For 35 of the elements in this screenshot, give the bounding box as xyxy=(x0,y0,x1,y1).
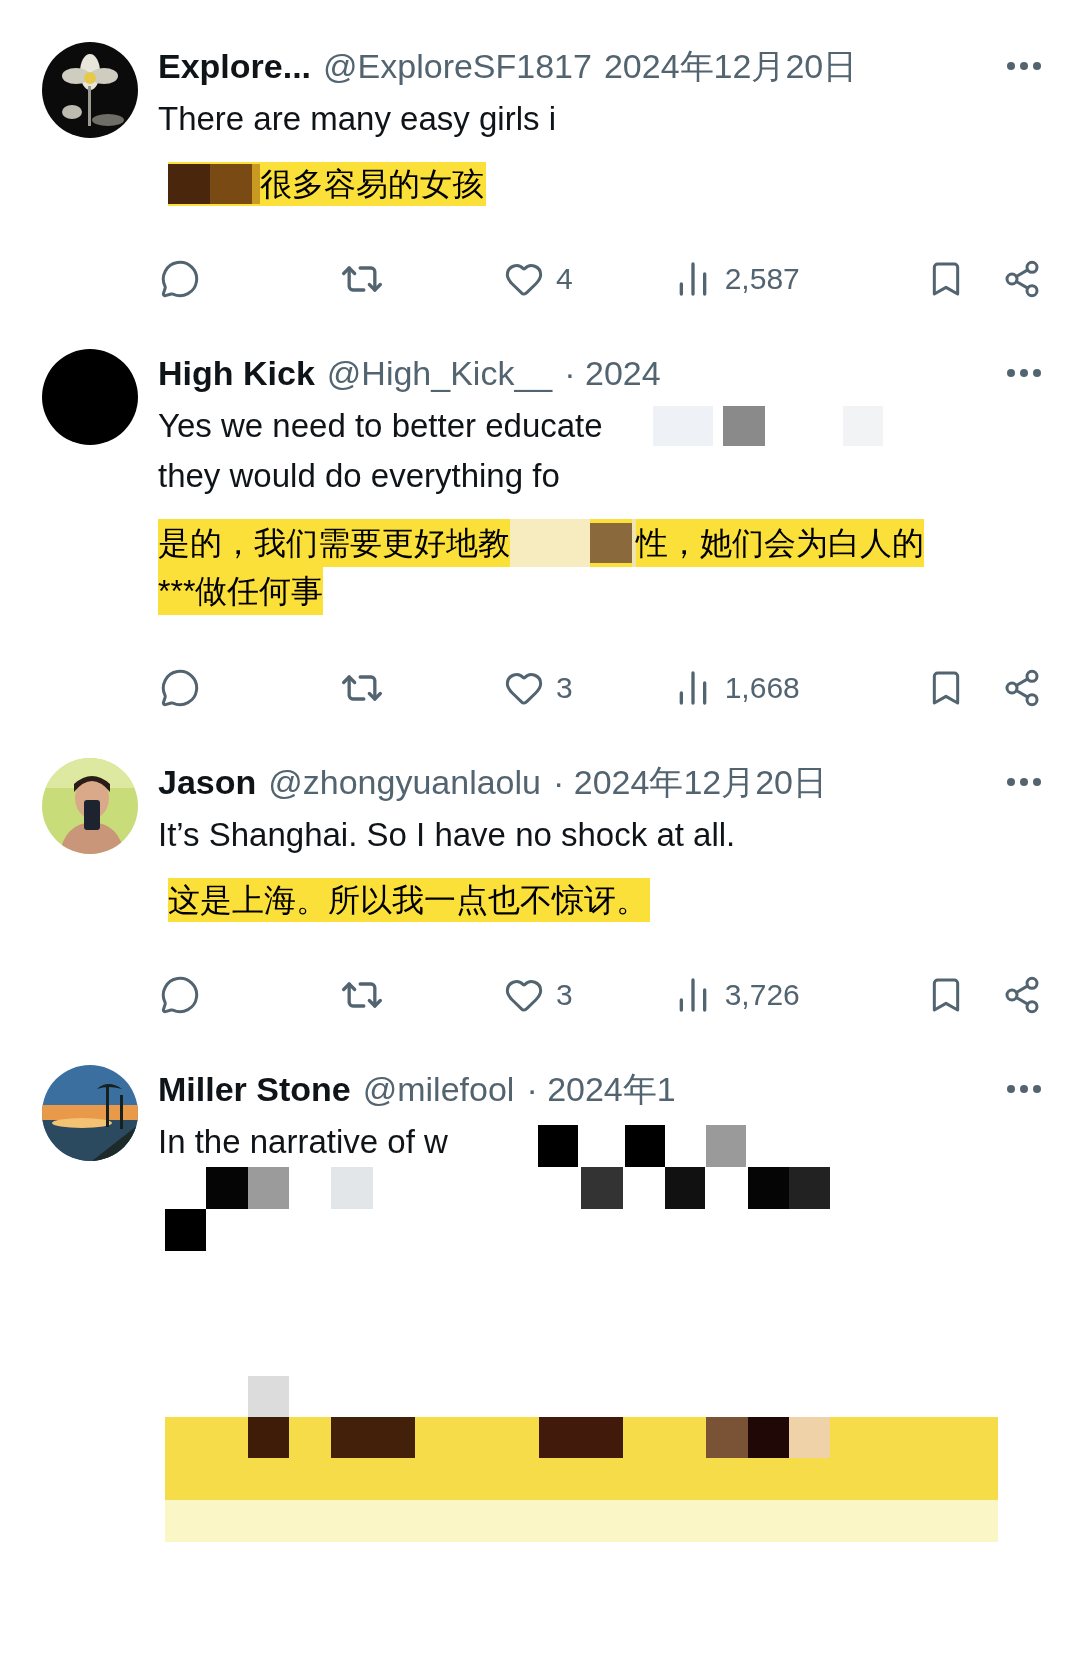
translation-text: 很多容易的女孩 xyxy=(260,165,484,204)
translation-text: 是的，我们需要更好地教 xyxy=(158,524,510,563)
post-text: In the narrative of w xyxy=(158,1122,448,1163)
reply-icon[interactable] xyxy=(160,667,200,708)
translation-text: 这是上海。所以我一点也不惊讶。 xyxy=(168,881,648,920)
reply-icon[interactable] xyxy=(160,258,200,299)
display-name[interactable]: Jason xyxy=(158,756,257,808)
views-button[interactable]: 3,726 xyxy=(672,972,800,1017)
post-text: It’s Shanghai. So I have no shock at all. xyxy=(158,815,736,856)
more-icon[interactable] xyxy=(1006,368,1042,378)
post-text: they would do everything fo xyxy=(158,456,560,497)
post-text: Yes we need to better educate xyxy=(158,406,603,447)
user-handle[interactable]: @ExploreSF1817 xyxy=(323,40,592,92)
user-handle[interactable]: @milefool xyxy=(362,1063,515,1115)
views-button[interactable]: 2,587 xyxy=(672,256,800,301)
user-handle[interactable]: @High_Kick__ xyxy=(326,347,553,399)
like-button[interactable]: 3 xyxy=(504,972,573,1017)
display-name[interactable]: High Kick xyxy=(158,347,315,399)
post-date[interactable]: · 2024年12月20日 xyxy=(553,756,828,808)
display-name[interactable]: Miller Stone xyxy=(158,1063,351,1115)
post-date[interactable]: 2024年12月20日 xyxy=(603,40,858,92)
more-icon[interactable] xyxy=(1006,61,1042,71)
reply-icon[interactable] xyxy=(160,974,200,1015)
post-date[interactable]: · 2024 xyxy=(564,347,661,399)
more-icon[interactable] xyxy=(1006,777,1042,787)
user-handle[interactable]: @zhongyuanlaolu xyxy=(268,756,541,808)
post-date[interactable]: · 2024年1 xyxy=(526,1063,676,1115)
like-button[interactable]: 4 xyxy=(504,256,573,301)
more-icon[interactable] xyxy=(1006,1084,1042,1094)
like-button[interactable]: 3 xyxy=(504,665,573,710)
translation-text: ***做任何事 xyxy=(158,567,324,615)
display-name[interactable]: Explore... xyxy=(158,40,312,92)
translation-text: 性，她们会为白人的 xyxy=(636,524,924,563)
views-button[interactable]: 1,668 xyxy=(672,665,800,710)
post-text: There are many easy girls i xyxy=(158,99,556,140)
